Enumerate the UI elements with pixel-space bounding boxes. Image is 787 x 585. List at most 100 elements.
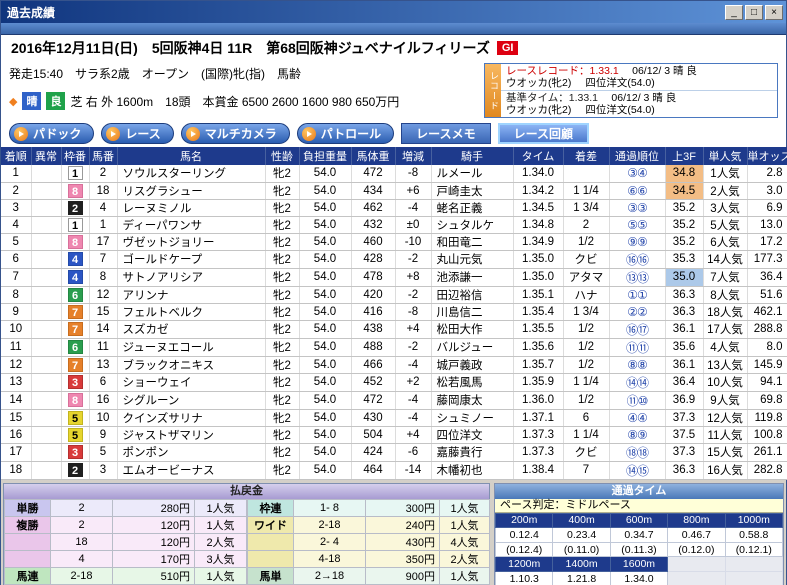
maximize-button[interactable]: □ (745, 4, 763, 20)
cell-horse-name: クインズサリナ (117, 409, 266, 427)
cell-last3f: 35.2 (665, 216, 704, 234)
cell-win-popularity: 18人気 (703, 303, 748, 321)
cell-jockey: 川島信二 (431, 303, 514, 321)
cell-win-popularity: 2人気 (703, 182, 748, 200)
cell-horse-name: ジャストザマリン (117, 426, 266, 444)
table-row[interactable]: 3 2 4 レーヌミノル 牝2 54.0 462 -4 蛯名正義 1.34.5 1 3/4 ③③ 35.… (1, 199, 787, 217)
cell-carried-weight: 54.0 (299, 286, 352, 304)
table-row[interactable]: 4 1 1 ディーパワンサ 牝2 54.0 432 ±0 シュタルケ 1.34.8 2 ⑤⑤ 35.2 5… (1, 216, 787, 234)
table-row[interactable]: 17 3 5 ポンポン 牝2 54.0 424 -6 嘉藤貴行 1.37.3 クビ ⑱⑱ 37.3 15人… (1, 443, 787, 462)
buttons-row: パドック レース マルチカメラ パトロール レースメモ レース回顧 (1, 120, 786, 147)
cell-margin: 2 (563, 216, 610, 234)
cell-horse-num: 7 (89, 250, 118, 269)
passing-empty-cell (724, 571, 784, 585)
race-memo-button[interactable]: レースメモ (401, 123, 491, 144)
cell-carried-weight: 54.0 (299, 356, 352, 374)
video-button-4[interactable]: パトロール (296, 123, 395, 144)
table-row[interactable]: 13 3 6 ショーウェイ 牝2 54.0 452 +2 松若風馬 1.35.9 1 1/4 ⑭⑭ 36… (1, 373, 787, 392)
column-header: 負担重量 (299, 147, 352, 165)
race-conditions-line1: 発走15:40 サラ系2歳 オープン (国際)牝(指) 馬齢 (9, 67, 301, 81)
cell-horse-name: ゴールドケープ (117, 250, 266, 269)
cell-win-popularity: 11人気 (703, 426, 748, 444)
cell-horse-num: 9 (89, 426, 118, 444)
cell-win-odds: 145.9 (747, 356, 787, 374)
table-row[interactable]: 1 1 2 ソウルスターリング 牝2 54.0 472 -8 ルメール 1.34.0 ③④ 34.8 1… (1, 165, 787, 183)
cell-margin: 1/2 (563, 338, 610, 357)
frame-color-box: 8 (67, 393, 83, 407)
cell-margin: 1/2 (563, 391, 610, 410)
record-tab: レコード (485, 64, 501, 117)
frame-color-box: 4 (67, 270, 83, 284)
app-window: 過去成績 _ □ × 2016年12月11日(日) 5回阪神4日 11R 第68… (0, 0, 787, 585)
frame-color-box: 7 (67, 322, 83, 336)
payout-amount: 120円 (112, 532, 195, 551)
table-row[interactable]: 11 6 11 ジューヌエコール 牝2 54.0 488 -2 バルジュー 1.35.6 1/2 ⑪⑪… (1, 338, 787, 357)
cell-frame-num: 5 (61, 409, 90, 427)
video-button-label: マルチカメラ (204, 127, 277, 141)
cell-time: 1.38.4 (513, 461, 564, 480)
table-row[interactable]: 16 5 9 ジャストザマリン 牝2 54.0 504 +4 四位洋文 1.37.3 1 1/4 ⑧⑨… (1, 426, 787, 444)
cell-sex-age: 牝2 (265, 356, 300, 374)
frame-color-box: 3 (67, 445, 83, 459)
column-header: 枠番 (61, 147, 90, 165)
cell-carried-weight: 54.0 (299, 216, 352, 234)
table-row[interactable]: 10 7 14 スズカゼ 牝2 54.0 438 +4 松田大作 1.35.5 1/2 ⑯⑰ 36.1 1… (1, 320, 787, 339)
payout-combination: 2 (50, 515, 113, 534)
play-triangle-icon (19, 130, 24, 137)
table-row[interactable]: 5 8 17 ヴゼットジョリー 牝2 54.0 460 -10 和田竜二 1.34.9 1/2 ⑨⑨ 3… (1, 233, 787, 251)
cell-sex-age: 牝2 (265, 165, 300, 183)
cell-passing-order: ⑭⑭ (609, 373, 666, 392)
cell-win-popularity: 6人気 (703, 233, 748, 251)
table-row[interactable]: 6 4 7 ゴールドケープ 牝2 54.0 428 -2 丸山元気 1.35.0 クビ ⑯⑯ 35.3 1… (1, 250, 787, 269)
table-row[interactable]: 15 5 10 クインズサリナ 牝2 54.0 430 -4 シュミノー 1.37.1 6 ④④ 37.… (1, 409, 787, 427)
table-row[interactable]: 2 8 18 リスグラシュー 牝2 54.0 434 +6 戸崎圭太 1.34.2 1 1/4 ⑥⑥ 3… (1, 182, 787, 200)
cell-horse-name: シグルーン (117, 391, 266, 410)
cell-horse-name: リスグラシュー (117, 182, 266, 200)
cell-win-popularity: 9人気 (703, 391, 748, 410)
cell-passing-order: ①① (609, 286, 666, 304)
payout-table-right: 枠連 1- 8 300円 1人気 ワイド 2-18 240円 1人気 2- 4 430円 4人気 4-… (247, 498, 490, 585)
cell-horse-num: 11 (89, 338, 118, 357)
payout-combination: 18 (50, 532, 113, 551)
cell-last3f: 35.0 (665, 268, 704, 287)
video-button-3[interactable]: マルチカメラ (180, 123, 290, 144)
minimize-button[interactable]: _ (725, 4, 743, 20)
table-row[interactable]: 18 2 3 エムオービーナス 牝2 54.0 464 -14 木幡初也 1.38.4 7 ⑭⑮ 36.… (1, 461, 787, 480)
race-record-label: レースレコード (506, 65, 579, 77)
table-row[interactable]: 12 7 13 ブラックオニキス 牝2 54.0 466 -4 城戸義政 1.35.7 1/2 ⑧⑧ 3… (1, 356, 787, 374)
table-row[interactable]: 7 4 8 サトノアリシア 牝2 54.0 478 +8 池添謙一 1.35.0 アタマ ⑬⑬ 35.0… (1, 268, 787, 287)
table-row[interactable]: 14 8 16 シグルーン 牝2 54.0 472 -4 藤岡康太 1.36.0 1/2 ⑪⑩ 36.9… (1, 391, 787, 410)
cell-body-weight: 478 (351, 268, 396, 287)
video-button-2[interactable]: レース (101, 123, 174, 144)
cell-finish-pos: 2 (1, 182, 32, 200)
cell-passing-order: ⑯⑰ (609, 320, 666, 339)
cell-abnormal (31, 409, 62, 427)
video-button-1[interactable]: パドック (9, 123, 95, 144)
cell-win-popularity: 13人気 (703, 356, 748, 374)
cell-abnormal (31, 356, 62, 374)
payout-combination: 2-18 (50, 566, 113, 585)
race-conditions: 発走15:40 サラ系2歳 オープン (国際)牝(指) 馬齢 ◆ 晴 良 芝 右… (9, 63, 474, 118)
cell-horse-num: 12 (89, 286, 118, 304)
payout-row: 馬単 2→18 900円 1人気 (247, 566, 490, 585)
race-review-button[interactable]: レース回顧 (497, 123, 589, 144)
cell-sex-age: 牝2 (265, 268, 300, 287)
cell-passing-order: ③③ (609, 199, 666, 217)
cell-margin: クビ (563, 443, 610, 462)
cell-last3f: 37.5 (665, 426, 704, 444)
cell-carried-weight: 54.0 (299, 373, 352, 392)
cell-time: 1.37.3 (513, 443, 564, 462)
cell-margin: 1/2 (563, 320, 610, 339)
cell-win-popularity: 4人気 (703, 338, 748, 357)
passing-cumulative-time: 0.12.4 (494, 527, 554, 543)
cell-horse-num: 17 (89, 233, 118, 251)
cell-body-weight: 466 (351, 356, 396, 374)
column-header: 騎手 (431, 147, 514, 165)
cell-body-weight: 488 (351, 338, 396, 357)
cell-last3f: 35.2 (665, 199, 704, 217)
table-row[interactable]: 9 7 15 フェルトベルク 牝2 54.0 416 -8 川島信二 1.35.4 1 3/4 ②② 3… (1, 303, 787, 321)
passing-distance-header: 200m (494, 512, 554, 529)
passing-distance-header: 800m (667, 512, 726, 529)
close-button[interactable]: × (765, 4, 783, 20)
table-row[interactable]: 8 6 12 アリンナ 牝2 54.0 420 -2 田辺裕信 1.35.1 ハナ ①① 36.3 8人気… (1, 286, 787, 304)
